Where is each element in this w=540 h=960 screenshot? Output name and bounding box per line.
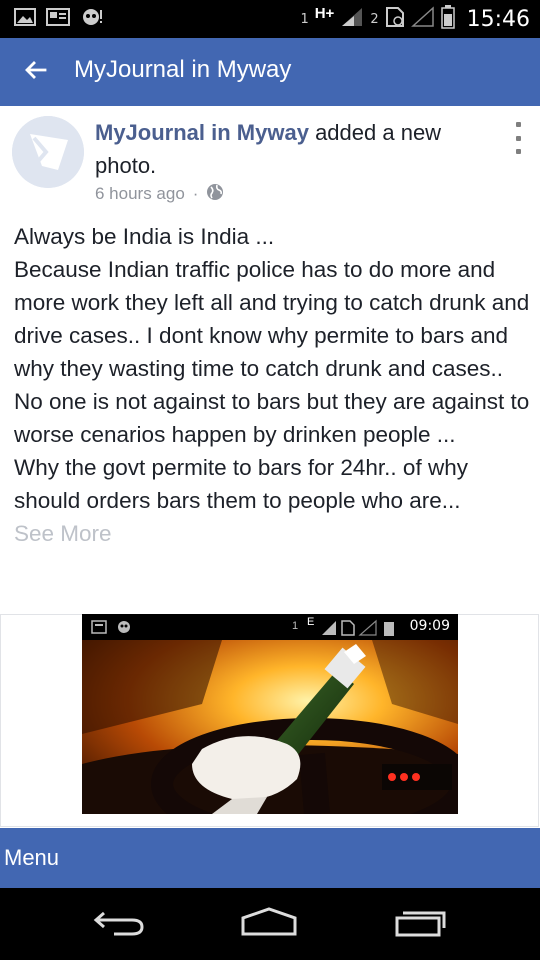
post-photo[interactable]: 1 E 09:09 [82,614,458,814]
photo-network-type: E [307,616,315,628]
more-dot [515,149,521,154]
more-dot [515,122,521,127]
network-type: H+ [314,4,335,22]
back-arrow-icon [25,60,47,84]
photo-signal-icons [322,619,394,636]
nav-recents-button[interactable] [386,902,456,946]
menu-label: Menu [4,845,60,870]
post-text: Always be India is India ... Because Ind… [14,220,530,550]
post-header: MyJournal in Myway added a new photo. 6 … [0,106,540,212]
post-line: Because Indian traffic police has to do … [14,257,530,381]
avatar[interactable] [12,116,84,188]
signal-icon [340,6,364,33]
author-link[interactable]: MyJournal in Myway [95,120,309,145]
nav-home-button[interactable] [234,902,304,946]
status-time: 15:46 [466,6,530,32]
meta-separator: · [192,184,199,203]
no-sim-icon [385,6,405,33]
battery-icon [440,4,455,34]
gallery-icon [14,7,36,31]
status-bar: 1 H+ 2 15:46 [0,0,540,38]
system-nav-bar [0,888,540,960]
post-time[interactable]: 6 hours ago [95,184,185,204]
globe-icon [206,183,224,206]
back-button[interactable] [18,54,54,90]
menu-bar[interactable]: Menu [0,828,540,888]
post-line: Always be India is India ... [14,224,275,249]
page-title: MyJournal in Myway [74,56,292,83]
recents-icon [393,906,449,943]
sim1-label: 1 [300,11,309,27]
photo-sim-label: 1 [292,620,299,632]
photo-status-icons [91,620,130,634]
post-line: Why the govt permite to bars for 24hr.. … [14,455,468,513]
more-dot [515,135,521,141]
home-icon [240,906,298,943]
signal-empty-icon [410,5,435,33]
photo-status-time: 09:09 [409,618,450,634]
photo-status-bar: 1 E 09:09 [82,614,458,640]
app-bar: MyJournal in Myway [0,38,540,106]
post-options-button[interactable] [508,122,528,154]
mask-icon [80,7,104,32]
screenshot-icon [46,7,70,31]
flag-icon [12,116,84,188]
nav-back-button[interactable] [84,902,154,946]
see-more-link[interactable]: See More [14,517,530,550]
post-line: No one is not against to bars but they a… [14,389,530,447]
post-meta: 6 hours ago · [95,183,224,205]
back-icon [92,907,146,942]
sim2-label: 2 [370,11,379,27]
post-author-line: MyJournal in Myway added a new photo. [95,116,495,182]
drunk-driving-image [82,640,458,814]
